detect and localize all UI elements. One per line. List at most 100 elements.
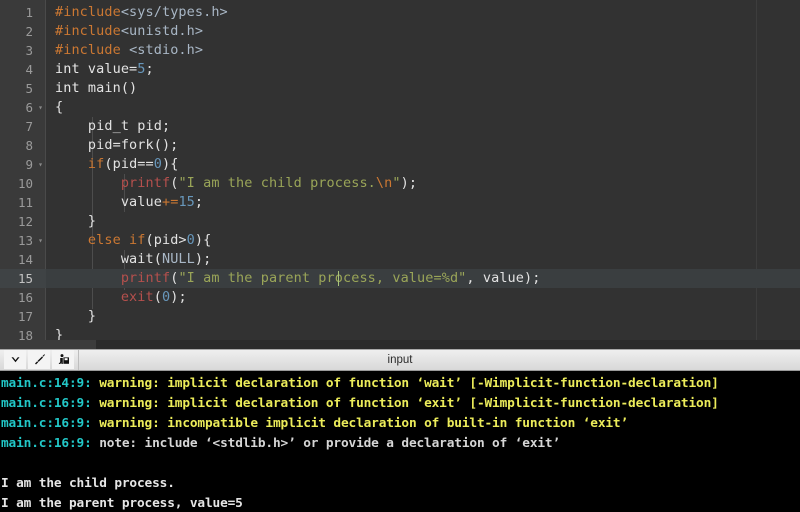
punctuation-token: (: [153, 289, 162, 305]
text-cursor: [338, 271, 339, 286]
code-line: int main(): [46, 79, 800, 98]
argument-token: , value);: [466, 270, 541, 286]
line-number-text: 7: [25, 119, 33, 134]
constant-token: NULL: [161, 251, 195, 267]
code-line: int value=5;: [46, 60, 800, 79]
line-number-text: 9: [25, 157, 33, 172]
clear-console-icon[interactable]: [28, 350, 50, 370]
brace-token: }: [55, 308, 97, 324]
source-location: main.c:16:9:: [1, 415, 100, 431]
identifier-token: value: [55, 194, 162, 210]
punctuation-token: ){: [194, 232, 212, 248]
line-number: 3: [0, 41, 46, 60]
line-number-text: 3: [25, 43, 33, 58]
number-token: 15: [178, 194, 195, 210]
line-number-text: 8: [25, 138, 33, 153]
save-output-icon[interactable]: [52, 350, 74, 370]
fold-marker-icon[interactable]: ▾: [38, 231, 43, 250]
line-number: 14: [0, 250, 46, 269]
fold-marker-icon[interactable]: ▾: [38, 155, 43, 174]
diagnostic-message: implicit declaration of function ‘wait’ …: [167, 375, 719, 391]
expression-token: (pid>: [145, 232, 187, 248]
diagnostic-message: incompatible implicit declaration of bui…: [167, 415, 629, 431]
identifier-token: main(): [79, 80, 138, 96]
keyword-token: else if: [87, 232, 146, 248]
line-number-text: 14: [17, 252, 33, 267]
line-number: 16: [0, 288, 46, 307]
program-output: I am the child process.: [1, 475, 175, 491]
line-number-current: 15: [0, 269, 46, 288]
preprocessor-token: #include: [55, 23, 121, 39]
number-token: 0: [186, 232, 195, 248]
console-line-note: main.c:16:9: note: include ‘<stdlib.h>’ …: [0, 434, 800, 454]
line-number-text: 5: [25, 81, 33, 96]
console-line-output: I am the child process.: [0, 474, 800, 494]
toolbar-separator: [78, 349, 79, 370]
code-line: }: [46, 212, 800, 231]
line-number: 8: [0, 136, 46, 155]
code-line: }: [46, 326, 800, 340]
brace-token: }: [55, 213, 97, 229]
code-text-area[interactable]: #include<sys/types.h> #include<unistd.h>…: [46, 0, 800, 340]
line-number: 7: [0, 117, 46, 136]
line-number-text: 15: [17, 271, 33, 286]
line-number-text: 17: [17, 309, 33, 324]
brace-token: {: [55, 99, 64, 115]
panel-divider[interactable]: [0, 339, 800, 349]
program-output: I am the parent process, value=5: [1, 495, 243, 511]
line-number-text: 10: [17, 176, 33, 191]
line-number-text: 16: [17, 290, 33, 305]
line-number: 9 ▾: [0, 155, 46, 174]
panel-tab-handle[interactable]: [0, 339, 96, 349]
escape-token: \n: [375, 175, 393, 191]
punctuation-token: );: [194, 251, 212, 267]
code-line: #include<unistd.h>: [46, 22, 800, 41]
code-line: pid=fork();: [46, 136, 800, 155]
panel-title: input: [387, 353, 413, 366]
include-path-token: <stdio.h>: [129, 42, 204, 58]
diagnostic-message: implicit declaration of function ‘exit’ …: [167, 395, 719, 411]
code-editor[interactable]: 1 2 3 4 5 6 ▾ 7 8 9 ▾ 10 11 12 13 ▾ 14 15 1…: [0, 0, 800, 340]
statement-token: pid=fork();: [55, 137, 179, 153]
console-line-warning: main.c:14:9: warning: implicit declarati…: [0, 374, 800, 394]
line-number: 5: [0, 79, 46, 98]
line-number-gutter: 1 2 3 4 5 6 ▾ 7 8 9 ▾ 10 11 12 13 ▾ 14 15 1…: [0, 0, 46, 340]
line-number-text: 4: [25, 62, 33, 77]
source-location: main.c:16:9:: [1, 435, 100, 451]
code-line: printf("I am the child process.\n");: [46, 174, 800, 193]
number-token: 5: [137, 61, 146, 77]
chevron-down-glyph: [11, 357, 19, 363]
source-location: main.c:16:9:: [1, 395, 100, 411]
code-line: {: [46, 98, 800, 117]
number-token: 0: [161, 289, 171, 305]
code-line: value+=15;: [46, 193, 800, 212]
line-number: 11: [0, 193, 46, 212]
keyword-token: if: [87, 156, 105, 172]
string-token: "I am the child process.: [178, 175, 376, 191]
statement-token: pid_t pid;: [55, 118, 171, 134]
line-number: 13 ▾: [0, 231, 46, 250]
toolbar-icon-group: [0, 350, 74, 370]
console-output[interactable]: main.c:14:9: warning: implicit declarati…: [0, 370, 800, 512]
punctuation-token: );: [170, 289, 187, 305]
chevron-down-icon[interactable]: [4, 350, 26, 370]
line-number-text: 6: [25, 100, 33, 115]
code-line: if(pid==0){: [46, 155, 800, 174]
eraser-glyph: [34, 354, 45, 365]
console-line-warning: main.c:16:9: warning: incompatible impli…: [0, 414, 800, 434]
fold-marker-icon[interactable]: ▾: [38, 98, 43, 117]
ide-window: 1 2 3 4 5 6 ▾ 7 8 9 ▾ 10 11 12 13 ▾ 14 15 1…: [0, 0, 800, 512]
line-number-text: 12: [17, 214, 33, 229]
line-number-text: 13: [17, 233, 33, 248]
diagnostic-level: warning:: [99, 415, 168, 431]
expression-token: (pid==: [104, 156, 154, 172]
diagnostic-level: warning:: [99, 395, 168, 411]
line-number: 2: [0, 22, 46, 41]
